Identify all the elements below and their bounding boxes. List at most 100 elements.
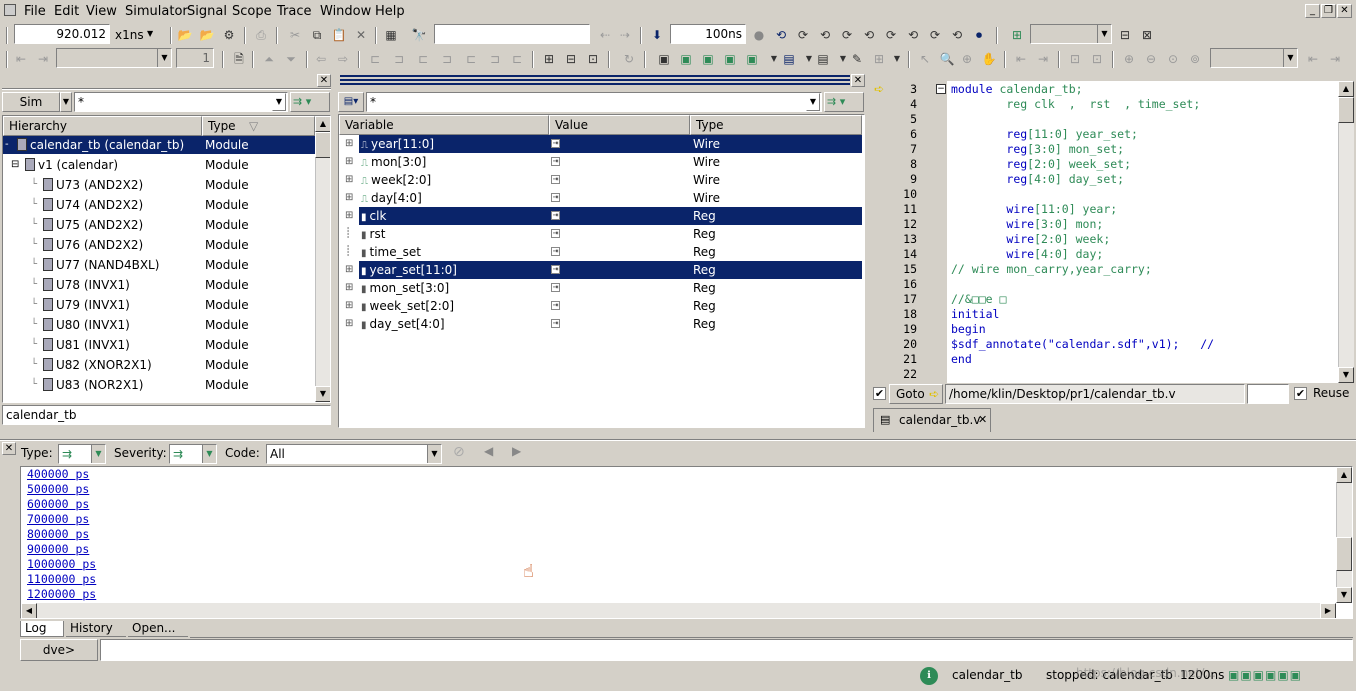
command-input[interactable] [100,639,1353,661]
paste-icon[interactable]: 📋 [330,27,348,43]
hierarchy-row[interactable]: - calendar_tb (calendar_tb) Module [3,136,315,154]
chevron-down-icon[interactable]: ▼ [806,93,820,111]
minimize-icon[interactable]: _ [1305,4,1320,18]
variable-row[interactable]: ⊞ ▮ mon_set[3:0] ⇥ Reg [339,279,862,297]
waveform-icon[interactable]: ▣ [655,51,673,67]
goto-checkbox[interactable]: ✔ [873,387,886,400]
list-icon[interactable]: ▣ [677,51,695,67]
search-prev-icon[interactable]: ⇠ [596,27,614,43]
filter-type-icon[interactable]: ⇉ ▾ [290,92,330,112]
breakpoint-icon[interactable]: ⊞ [1008,27,1026,43]
hierarchy-row[interactable]: └ U78 (INVX1) Module [3,276,315,294]
variables-filter[interactable]: * [366,92,822,112]
close-tab-icon[interactable]: ✕ [978,413,987,426]
variable-row[interactable]: ⊞ ▮ clk ⇥ Reg [339,207,862,225]
expand-plus-icon[interactable]: ⊞ [345,171,353,189]
step-out-icon[interactable]: ⟳ [838,27,856,43]
fit-icon[interactable]: ⊡ [1066,51,1084,67]
menu-edit[interactable]: Edit [54,4,79,19]
chevron-down-icon[interactable]: ▼ [60,92,72,112]
continue-icon[interactable]: ⟲ [860,27,878,43]
gate-3-icon[interactable]: ⊏ [414,51,432,67]
cut-icon[interactable]: ✂ [286,27,304,43]
schematic-view-icon[interactable]: ▣ [721,51,739,67]
forward-icon[interactable]: ⇥ [34,51,52,67]
next-icon[interactable]: ⟳ [794,27,812,43]
value-expand-icon[interactable]: ⇥ [551,247,560,256]
close-variables-icon[interactable]: ✕ [851,74,865,87]
menu-view[interactable]: View [86,4,117,19]
zoom-in-icon[interactable]: ⊕ [1120,51,1138,67]
col-hierarchy[interactable]: Hierarchy [3,116,202,136]
memory-icon[interactable]: ▣ [699,51,717,67]
chevron-down-icon[interactable]: ▼ [272,93,286,111]
chevron-down-icon-5[interactable]: ▼ [888,51,906,67]
col-var-type[interactable]: Type [690,115,862,135]
line-input[interactable] [1247,384,1289,404]
variables-titlebar[interactable] [340,75,850,87]
value-expand-icon[interactable]: ⇥ [551,283,560,292]
rewind-icon[interactable]: ⟳ [926,27,944,43]
finish-icon[interactable]: ⟲ [904,27,922,43]
zoom-prev-icon[interactable]: ⊚ [1186,51,1204,67]
variable-row[interactable]: ┊ ▮ rst ⇥ Reg [339,225,862,243]
scope-combo[interactable]: ▼ [56,48,172,68]
stop-icon[interactable]: ⏺ [970,27,988,43]
hierarchy-row[interactable]: └ U73 (AND2X2) Module [3,176,315,194]
hierarchy-row[interactable]: └ U82 (XNOR2X1) Module [3,356,315,374]
close-icon[interactable]: ✕ [1337,4,1352,18]
copy-icon[interactable]: ⧉ [308,27,326,43]
scroll-up-icon[interactable]: ▲ [1338,81,1354,97]
source-scroll-thumb[interactable] [1338,97,1354,123]
hierarchy-row[interactable]: └ U79 (INVX1) Module [3,296,315,314]
close-hierarchy-icon[interactable]: ✕ [317,74,331,87]
tab-history[interactable]: History [66,621,126,637]
hierarchy-row[interactable]: ⊟ v1 (calendar) Module [3,156,315,174]
variable-row[interactable]: ⊞ ▮ day_set[4:0] ⇥ Reg [339,315,862,333]
gate-4-icon[interactable]: ⊐ [438,51,456,67]
zoom-area-icon[interactable]: ⊕ [958,51,976,67]
source-file-tab[interactable]: ▤ calendar_tb.v ✕ [873,408,991,432]
back-icon[interactable]: ⇤ [12,51,30,67]
trace-icon[interactable]: ⊡ [584,51,602,67]
log-line[interactable]: 400000 ps [27,467,89,482]
severity-filter[interactable]: ⇉ ▼ [169,444,217,464]
path-icon[interactable]: ⊟ [562,51,580,67]
col-variable[interactable]: Variable [339,115,549,135]
value-expand-icon[interactable]: ⇥ [551,193,560,202]
scope-select[interactable]: calendar_tb [2,405,331,425]
hierarchy-row[interactable]: └ U83 (NOR2X1) Module [3,376,315,394]
sim-tab[interactable]: Sim [2,92,60,112]
gate-7-icon[interactable]: ⊏ [508,51,526,67]
hierarchy-filter[interactable]: * [74,92,288,112]
log-line[interactable]: 800000 ps [27,527,89,542]
reuse-checkbox[interactable]: ✔ [1294,387,1307,400]
data-view-icon[interactable]: ▤ [814,51,832,67]
restore-icon[interactable]: ❐ [1321,4,1336,18]
restart-icon[interactable]: ⟳ [882,27,900,43]
value-expand-icon[interactable]: ⇥ [551,139,560,148]
scroll-up-icon[interactable]: ▲ [1336,467,1352,483]
value-expand-icon[interactable]: ⇥ [551,175,560,184]
log-line[interactable]: 900000 ps [27,542,89,557]
fold-icon[interactable]: − [936,84,946,94]
edit-icon[interactable]: ✎ [848,51,866,67]
menu-window[interactable]: Window [320,4,371,19]
menu-file[interactable]: File [24,4,46,19]
value-expand-icon[interactable]: ⇥ [551,211,560,220]
log-output[interactable]: 400000 ps 500000 ps 600000 ps 700000 ps 8000… [20,466,1353,619]
expand-plus-icon[interactable]: ⊞ [345,189,353,207]
menu-simulator[interactable]: Simulator [125,4,188,19]
scroll-thumb[interactable] [315,132,330,158]
delete-icon[interactable]: ✕ [352,27,370,43]
expand-plus-icon[interactable]: ⊞ [345,297,353,315]
zoom-icon[interactable]: 🔍 [938,51,956,67]
zoom-combo[interactable]: ▼ [1210,48,1298,68]
scroll-down-icon[interactable]: ▼ [1336,587,1352,603]
chevron-down-icon[interactable]: ▼ [147,29,153,38]
log-scroll-thumb[interactable] [1336,537,1352,571]
menu-trace[interactable]: Trace [277,4,312,19]
variable-row[interactable]: ⊞ ⎍ week[2:0] ⇥ Wire [339,171,862,189]
next-edge-icon[interactable]: ⇥ [1326,51,1344,67]
log-line[interactable]: 1100000 ps [27,572,96,587]
